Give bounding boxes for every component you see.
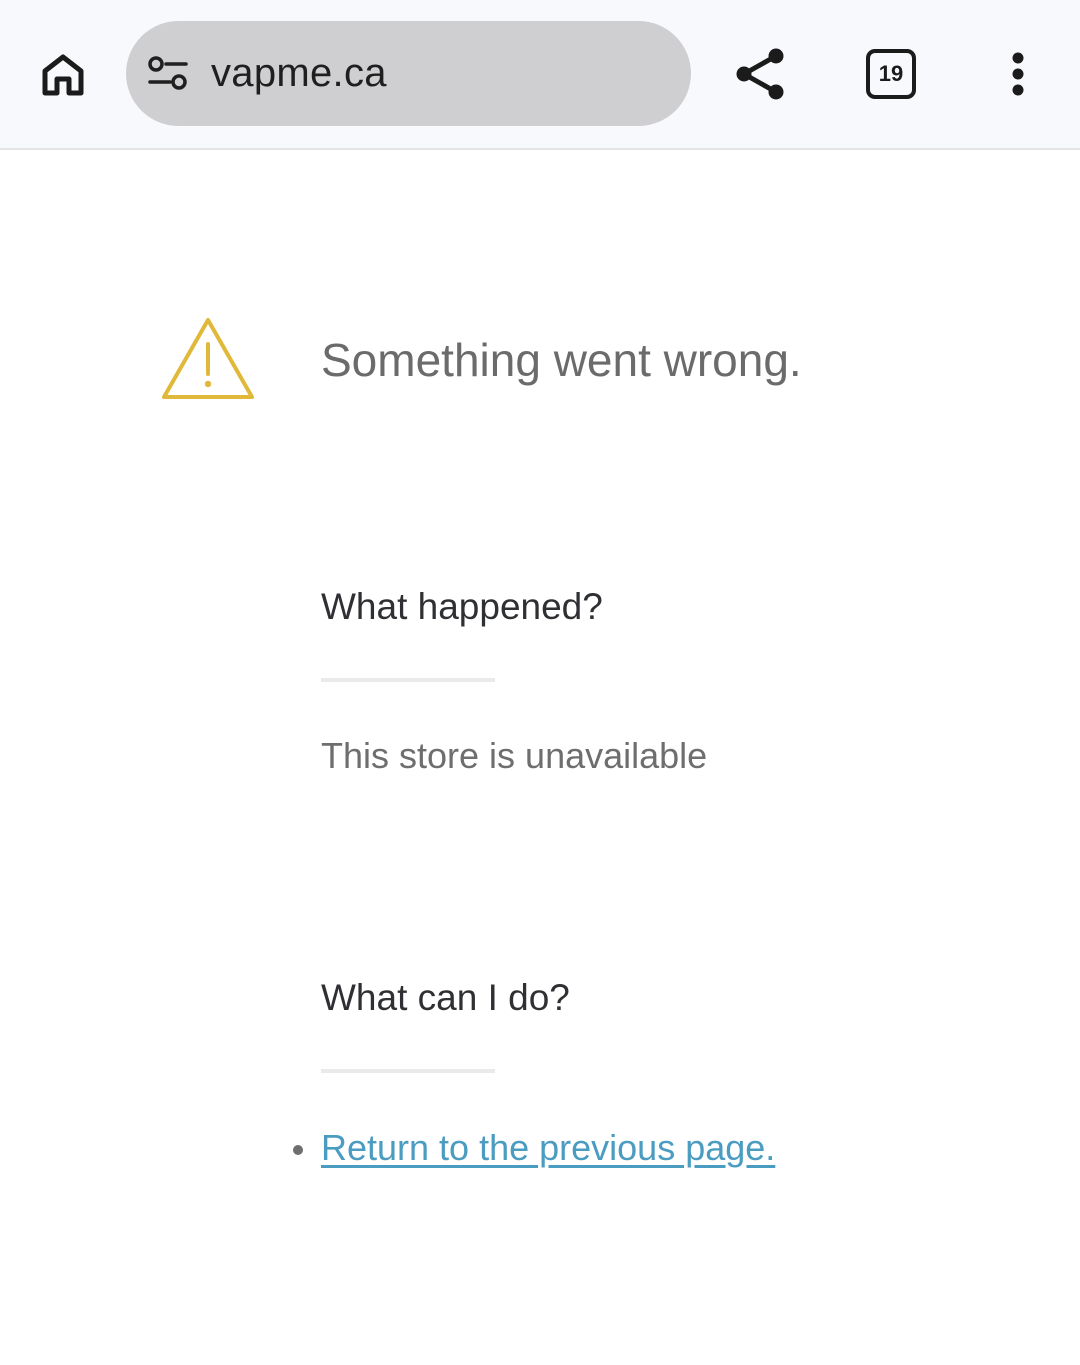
section-heading-what-happened: What happened? xyxy=(321,586,603,627)
tune-icon xyxy=(148,56,188,90)
browser-toolbar: vapme.ca 19 xyxy=(0,0,1080,150)
tab-switcher-icon: 19 xyxy=(866,49,916,99)
share-button[interactable] xyxy=(728,42,792,106)
address-bar[interactable]: vapme.ca xyxy=(126,21,691,126)
error-description: This store is unavailable xyxy=(321,735,708,776)
home-button[interactable] xyxy=(30,42,96,108)
return-previous-page-link[interactable]: Return to the previous page. xyxy=(321,1125,775,1171)
home-icon xyxy=(42,54,84,96)
share-icon xyxy=(736,48,784,100)
warning-triangle-icon xyxy=(162,318,254,399)
list-bullet xyxy=(293,1145,303,1155)
more-vert-icon xyxy=(1012,52,1024,96)
error-title: Something went wrong. xyxy=(321,334,802,386)
divider xyxy=(321,678,495,682)
tab-count: 19 xyxy=(878,61,904,86)
divider xyxy=(321,1069,495,1073)
overflow-menu-button[interactable] xyxy=(992,42,1044,106)
tab-switcher-button[interactable]: 19 xyxy=(866,49,916,99)
error-page: Something went wrong. What happened? Thi… xyxy=(0,150,1080,1365)
url-text: vapme.ca xyxy=(211,51,387,95)
section-heading-what-can-i-do: What can I do? xyxy=(321,977,570,1018)
site-settings-button[interactable] xyxy=(146,53,190,95)
